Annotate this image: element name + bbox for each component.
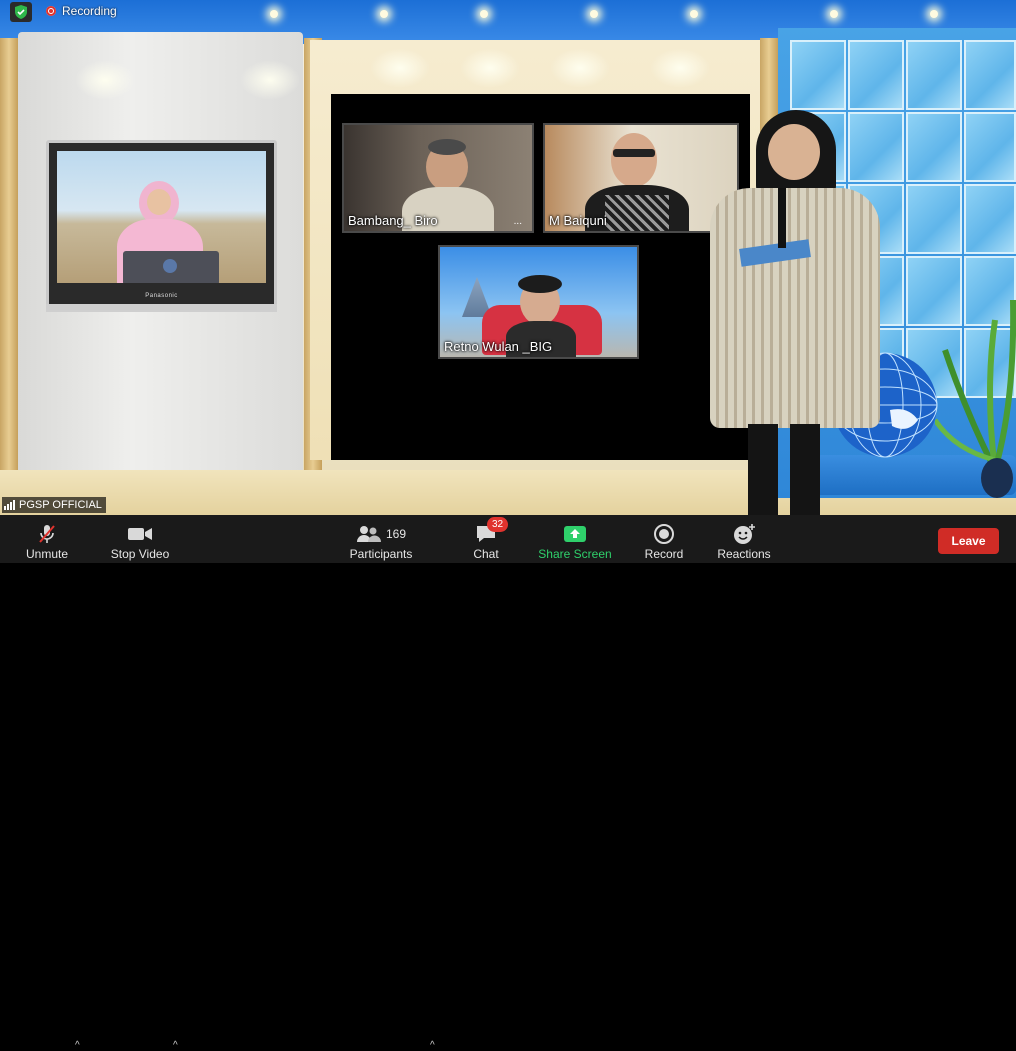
share-arrow-icon [563, 521, 587, 547]
stop-video-button[interactable]: Stop Video [108, 515, 172, 563]
record-button[interactable]: Record [642, 515, 686, 563]
presenter-figure [700, 108, 890, 515]
chat-unread-badge: 32 [487, 517, 509, 532]
tv-stand [46, 304, 277, 312]
smiley-plus-icon [732, 521, 756, 547]
participants-options-chevron-icon[interactable]: ^ [430, 1040, 435, 1051]
chat-bubble-icon: 32 [475, 517, 509, 547]
chat-button[interactable]: 32 Chat [466, 515, 509, 563]
tv-brand-logo: Panasonic [145, 293, 178, 299]
reactions-label: Reactions [717, 547, 771, 561]
recording-label: Recording [62, 4, 117, 18]
participants-label: Participants [349, 547, 413, 561]
participant-tile-retno[interactable]: Retno Wulan _BIG [438, 245, 639, 359]
stop-video-label: Stop Video [110, 547, 170, 561]
share-screen-label: Share Screen [538, 547, 612, 561]
people-icon [356, 526, 381, 542]
active-speaker-name-tag: PGSP OFFICIAL [2, 497, 106, 513]
participant-name-label: M Baiquni [549, 213, 607, 228]
recording-indicator[interactable]: Recording [46, 4, 117, 18]
participants-icon-group: 169 [356, 521, 406, 547]
video-options-chevron-icon[interactable]: ^ [173, 1040, 178, 1051]
main-video-stage: Panasonic Bambang_ Biro ... M Baiquni Re… [0, 0, 1016, 515]
signal-bars-icon [4, 500, 15, 510]
participants-count: 169 [385, 527, 407, 541]
wall-television: Panasonic [46, 140, 277, 310]
mic-muted-icon [37, 521, 57, 547]
participant-name-label: Bambang_ Biro [348, 213, 438, 228]
reactions-button[interactable]: Reactions [714, 515, 774, 563]
chat-label: Chat [473, 547, 499, 561]
plant-decoration [935, 299, 1016, 498]
record-label: Record [644, 547, 684, 561]
participant-more-indicator: ... [513, 216, 522, 227]
record-dot-icon [46, 6, 56, 16]
participants-button[interactable]: 169 Participants [348, 515, 414, 563]
meeting-toolbar: Unmute ^ Stop Video ^ 169 Participants ^… [0, 515, 1016, 1051]
share-screen-button[interactable]: Share Screen [537, 515, 613, 563]
tv-screen-participant-video [57, 151, 266, 283]
leave-button[interactable]: Leave [938, 528, 999, 554]
unmute-label: Unmute [25, 547, 69, 561]
video-camera-icon [127, 521, 153, 547]
unmute-button[interactable]: Unmute [18, 515, 76, 563]
participant-name-label: Retno Wulan _BIG [444, 339, 553, 354]
active-speaker-name: PGSP OFFICIAL [19, 499, 102, 511]
participant-tile-bambang[interactable]: Bambang_ Biro ... [342, 123, 534, 233]
record-circle-icon [653, 521, 675, 547]
audio-options-chevron-icon[interactable]: ^ [75, 1040, 80, 1051]
security-shield-icon[interactable] [10, 2, 32, 22]
